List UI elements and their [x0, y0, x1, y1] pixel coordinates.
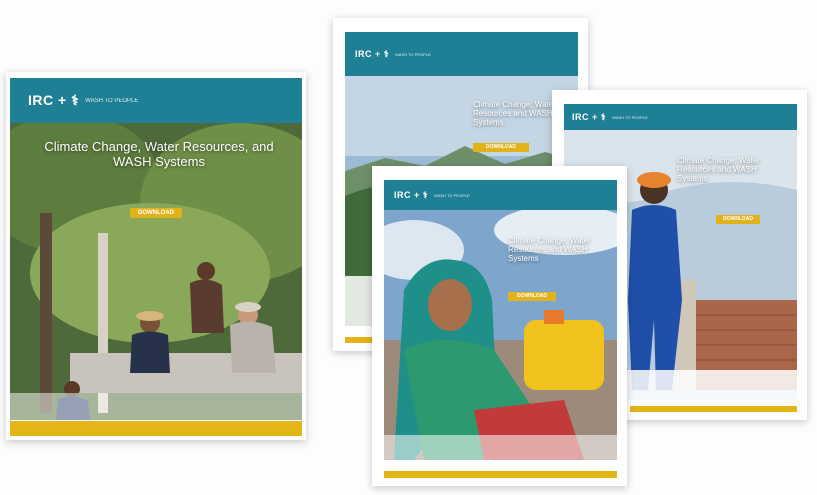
card-header: IRC + ⚕ WASH TO PEOPLE [564, 104, 797, 130]
download-button[interactable]: DOWNLOAD [473, 143, 529, 152]
card-header: IRC + ⚕ WASH TO PEOPLE [10, 78, 302, 123]
logo-tagline: WASH TO PEOPLE [395, 51, 431, 57]
download-button[interactable]: DOWNLOAD [716, 215, 760, 224]
bottom-accent-bar [630, 406, 797, 412]
logo-tagline: WASH TO PEOPLE [612, 114, 648, 120]
download-button[interactable]: DOWNLOAD [130, 208, 182, 218]
logo: IRC + ⚕ [355, 48, 390, 59]
logo-tagline: WASH TO PEOPLE [434, 192, 470, 198]
cover-title: Climate Change, Water Resources and WASH… [677, 156, 760, 184]
bottom-accent-bar [10, 421, 302, 436]
card-header: IRC + ⚕ WASH TO PEOPLE [345, 32, 578, 76]
logo: IRC + ⚕ [394, 189, 429, 200]
logo-tagline: WASH TO PEOPLE [85, 97, 139, 104]
brochure-card-4: IRC + ⚕ WASH TO PEOPLE Climate Change, W… [372, 166, 627, 486]
card-header: IRC + ⚕ WASH TO PEOPLE [384, 180, 617, 210]
logo: IRC + ⚕ [28, 92, 80, 108]
bottom-accent-bar [384, 471, 617, 478]
cover-title: Climate Change, Water Resources and WASH… [508, 236, 591, 264]
logo: IRC + ⚕ [572, 111, 607, 122]
brochure-card-1: IRC + ⚕ WASH TO PEOPLE Climate Change, W… [6, 72, 306, 440]
cover-title: Climate Change, Water Resources, and WAS… [44, 139, 274, 169]
download-button[interactable]: DOWNLOAD [508, 292, 556, 301]
